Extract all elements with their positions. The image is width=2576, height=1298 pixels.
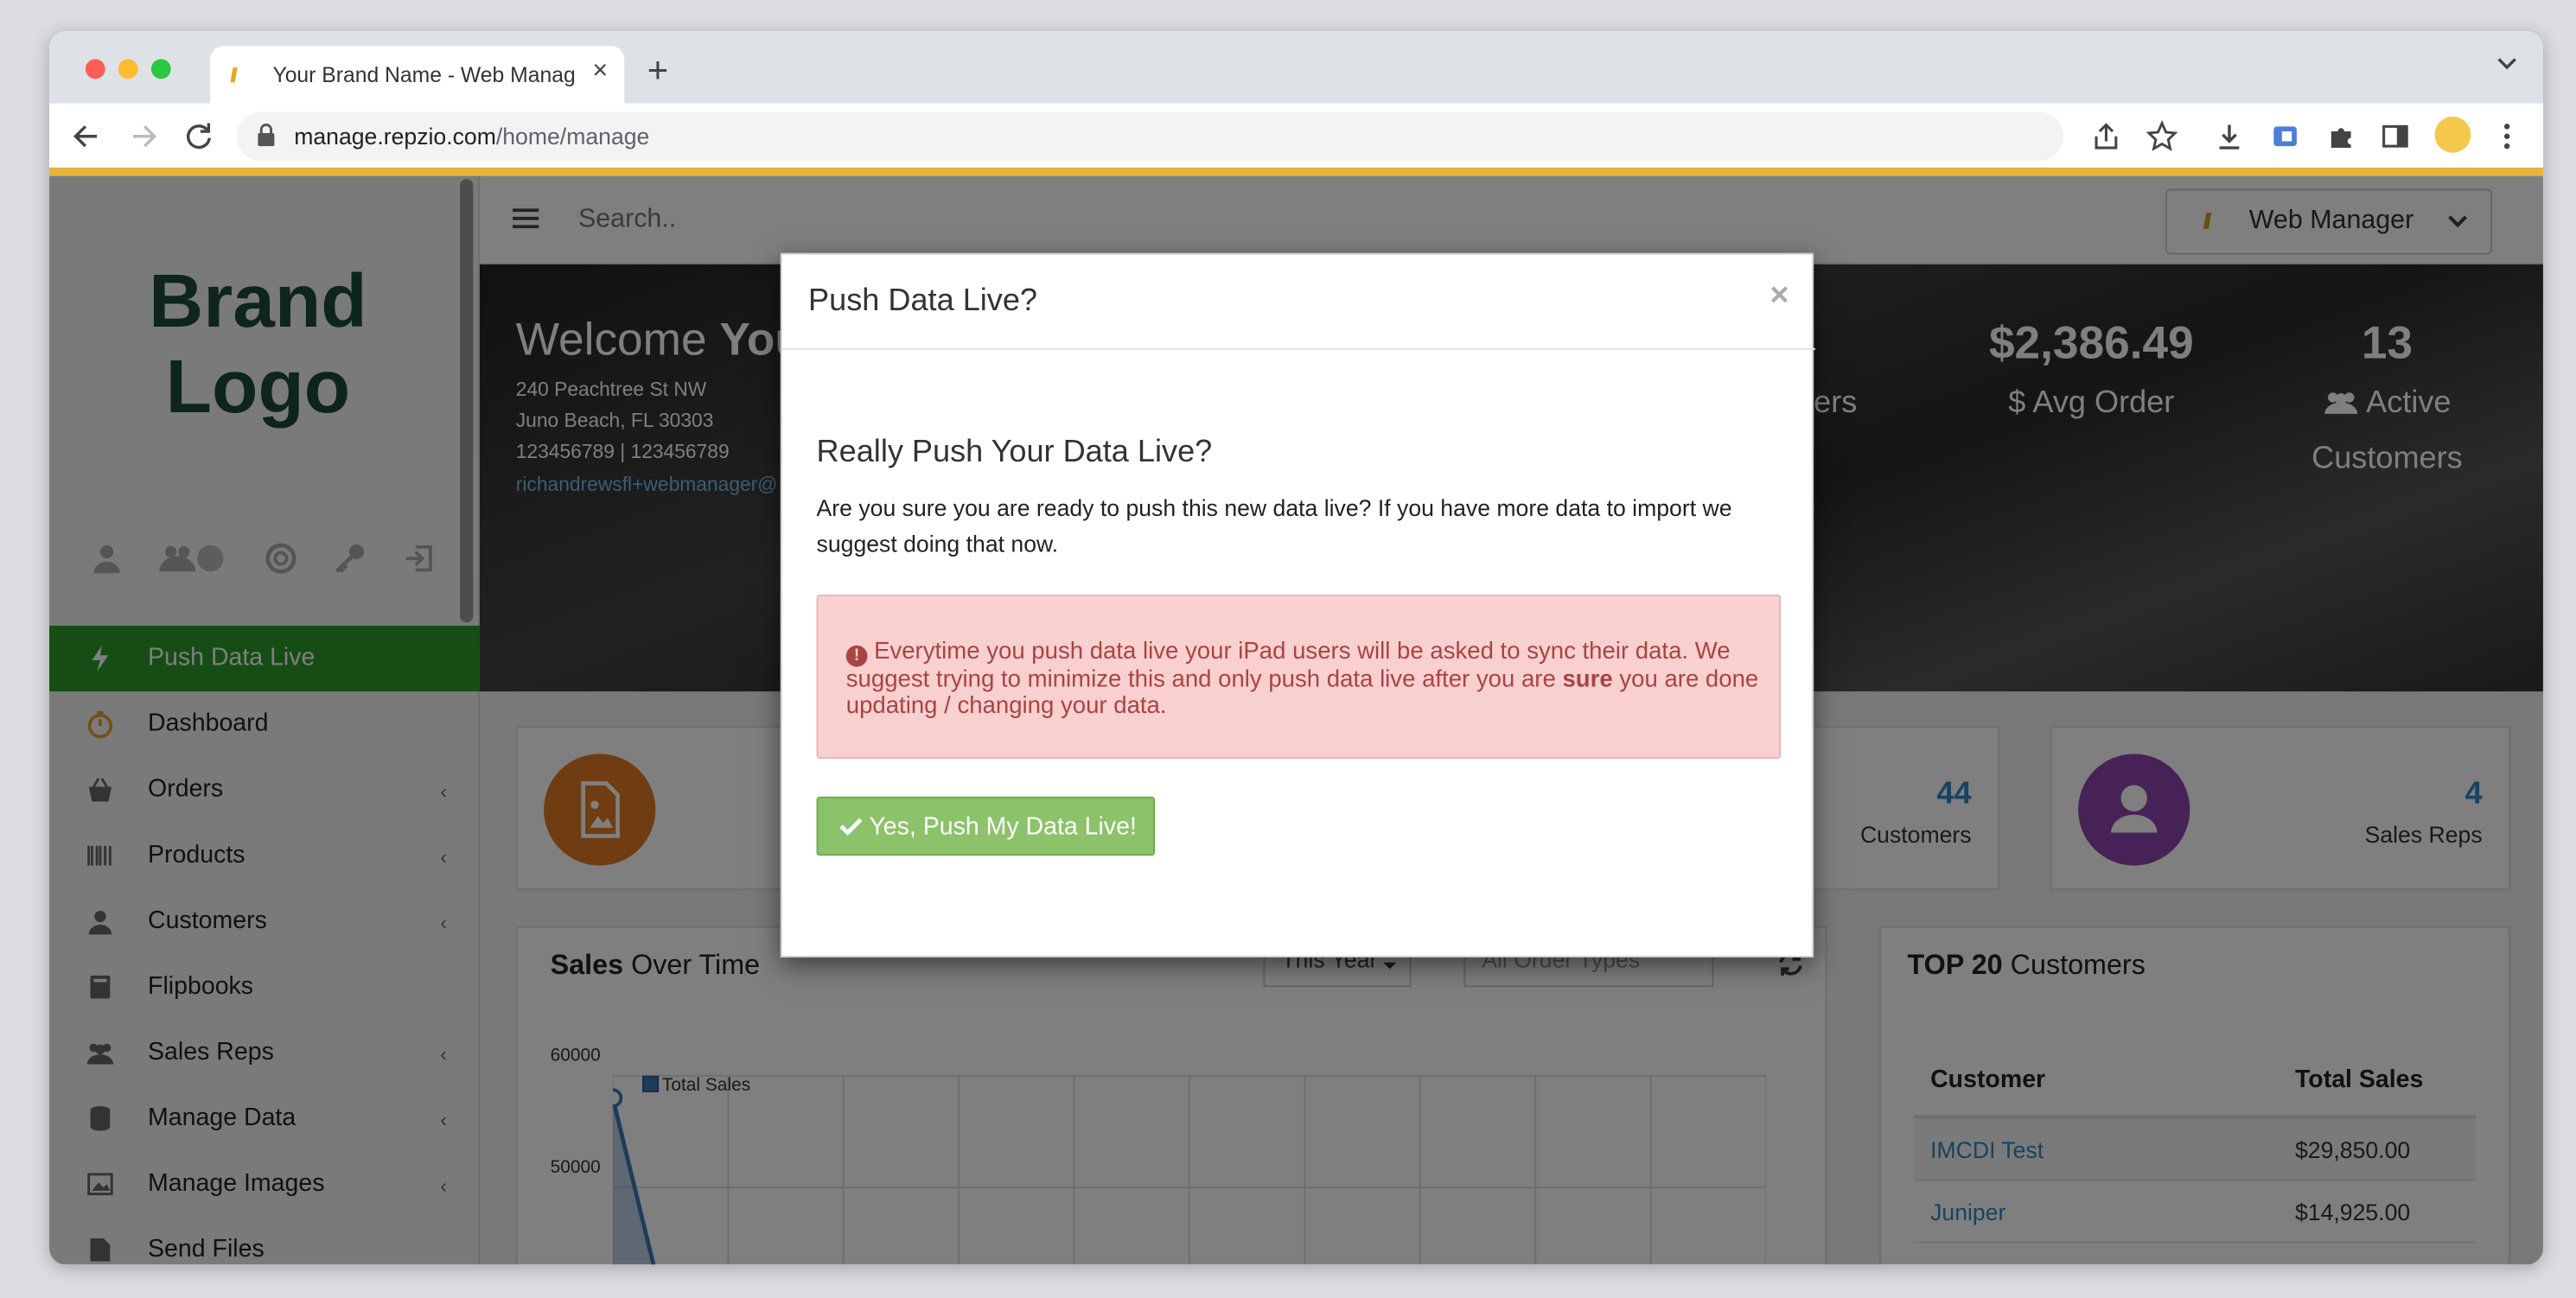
alert-text: ! Everytime you push data live your iPad …	[845, 639, 1759, 720]
exclamation-circle-icon: !	[845, 645, 868, 667]
tab-strip: // Your Brand Name - Web Manager × +	[49, 31, 2543, 104]
modal-header: Push Data Live? ×	[781, 255, 1816, 350]
bookmark-star-icon[interactable]	[2146, 119, 2178, 153]
browser-tab[interactable]: // Your Brand Name - Web Manager ×	[210, 46, 625, 104]
favicon-icon: //	[230, 64, 237, 87]
modal-title: Push Data Live?	[808, 283, 1038, 319]
profile-avatar[interactable]	[2434, 116, 2471, 153]
tab-title: Your Brand Name - Web Manager	[272, 62, 576, 87]
url-text: manage.repzio.com/home/manage	[294, 123, 650, 150]
push-data-modal: Push Data Live? × Really Push Your Data …	[780, 252, 1816, 958]
extensions-puzzle-icon[interactable]	[2324, 120, 2357, 153]
close-icon[interactable]: ×	[1769, 277, 1789, 315]
kebab-menu-icon[interactable]	[2490, 120, 2523, 153]
download-icon[interactable]	[2213, 120, 2246, 153]
share-icon[interactable]	[2089, 120, 2122, 153]
side-panel-icon[interactable]	[2379, 120, 2412, 153]
reload-icon[interactable]	[181, 118, 217, 155]
browser-window: // Your Brand Name - Web Manager × + man…	[49, 31, 2543, 1265]
extension-badge-icon[interactable]	[2269, 120, 2302, 153]
confirm-push-label: Yes, Push My Data Live!	[869, 812, 1137, 842]
browser-toolbar: manage.repzio.com/home/manage	[49, 103, 2543, 169]
check-icon	[839, 818, 863, 837]
tab-search-chevron-icon[interactable]	[2497, 58, 2517, 71]
page: // Your Brand Name - Web Manager × + man…	[0, 0, 2576, 1297]
modal-heading: Really Push Your Data Live?	[816, 435, 1213, 470]
brand-accent-bar	[49, 167, 2543, 176]
close-window-button[interactable]	[85, 59, 105, 80]
app-content: Brand Logo Push Data Live Dashboard Ord	[49, 175, 2543, 1265]
minimize-window-button[interactable]	[118, 59, 138, 80]
warning-alert: ! Everytime you push data live your iPad …	[816, 594, 1782, 760]
back-arrow-icon[interactable]	[69, 118, 105, 155]
new-tab-button[interactable]: +	[647, 52, 668, 89]
address-bar[interactable]: manage.repzio.com/home/manage	[236, 111, 2064, 162]
modal-body-text: Are you sure you are ready to push this …	[816, 494, 1732, 557]
confirm-push-button[interactable]: Yes, Push My Data Live!	[816, 796, 1156, 856]
lock-icon	[258, 124, 275, 147]
tab-close-icon[interactable]: ×	[592, 58, 608, 87]
zoom-window-button[interactable]	[150, 59, 171, 80]
forward-arrow-icon[interactable]	[124, 118, 161, 155]
